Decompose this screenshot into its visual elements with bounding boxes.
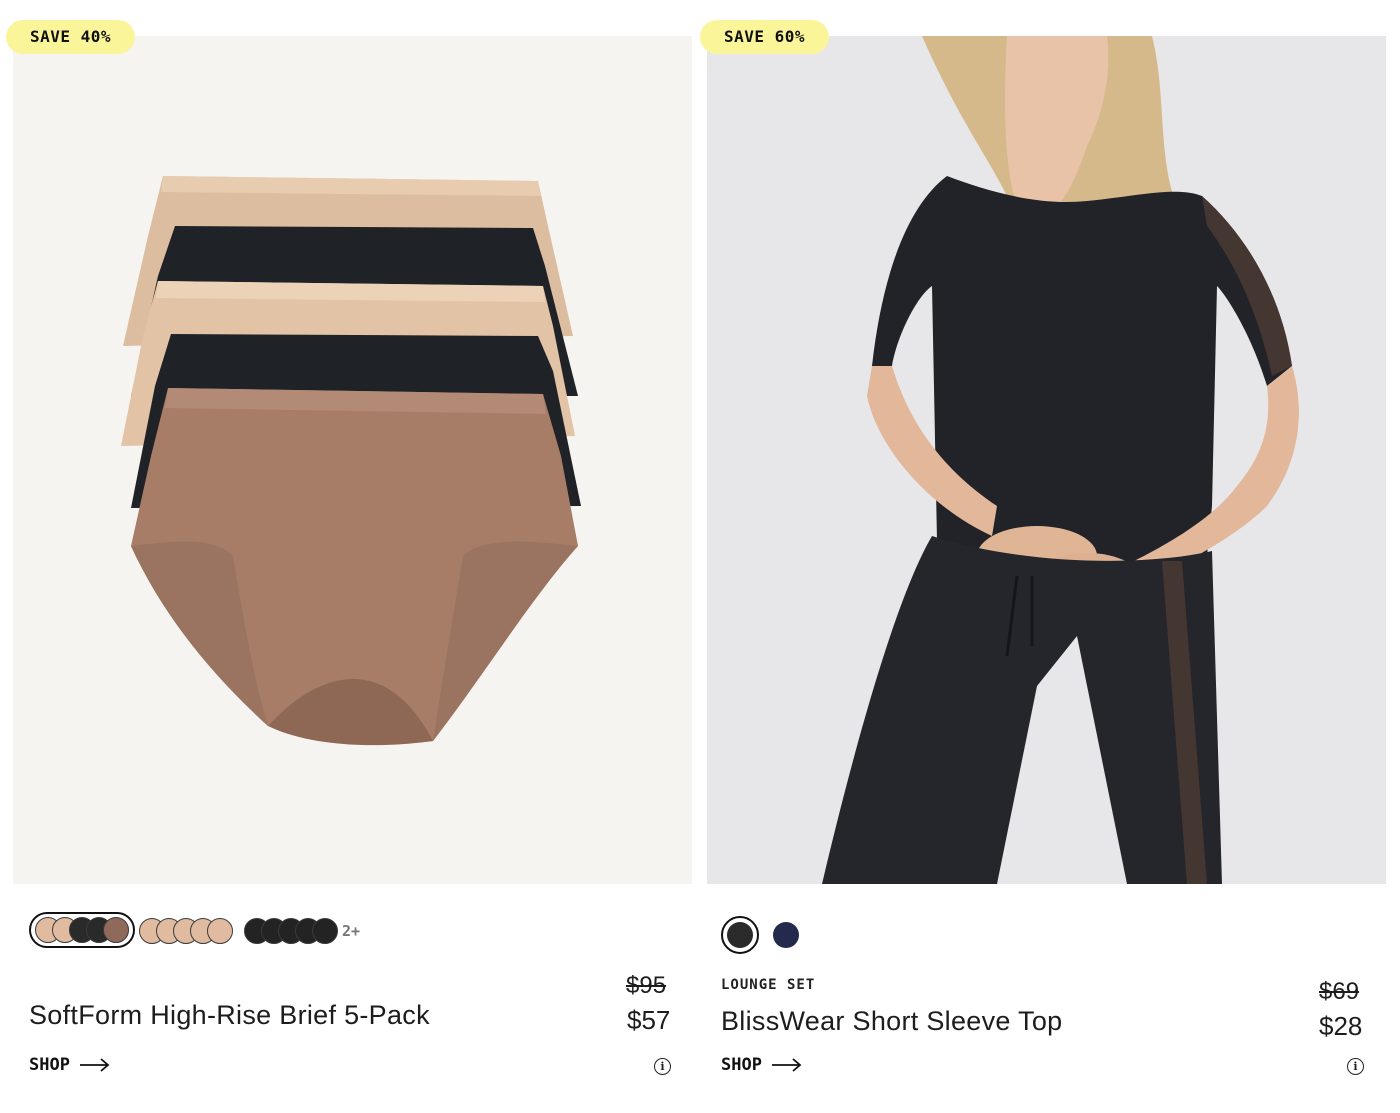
more-colors-count[interactable]: 2+ xyxy=(342,922,360,940)
swatch-group-mixed[interactable] xyxy=(29,912,135,948)
original-price: $95 xyxy=(626,972,667,999)
product-name[interactable]: BlissWear Short Sleeve Top xyxy=(721,1006,1062,1037)
info-icon[interactable]: i xyxy=(1347,1058,1364,1075)
swatch-dot xyxy=(312,918,338,944)
sale-price: $57 xyxy=(627,1005,671,1035)
original-price: $69 xyxy=(1319,978,1360,1005)
shop-link[interactable]: SHOP xyxy=(721,1055,802,1075)
swatch-black[interactable] xyxy=(721,916,759,954)
swatch-group-black[interactable] xyxy=(244,918,338,944)
shop-link[interactable]: SHOP xyxy=(29,1055,110,1075)
arrow-right-icon xyxy=(771,1058,802,1072)
swatch-dot xyxy=(207,918,233,944)
product-image[interactable] xyxy=(13,36,692,884)
product-name[interactable]: SoftForm High-Rise Brief 5-Pack xyxy=(29,1000,430,1031)
model-lounge-top-image xyxy=(707,36,1386,884)
sale-price: $28 xyxy=(1319,1011,1363,1041)
product-image[interactable] xyxy=(707,36,1386,884)
underwear-stack-image xyxy=(13,36,692,884)
discount-badge: SAVE 40% xyxy=(6,20,136,54)
info-icon[interactable]: i xyxy=(654,1058,671,1075)
shop-label: SHOP xyxy=(721,1055,762,1075)
swatch-dot xyxy=(103,917,129,943)
swatch-group-beige[interactable] xyxy=(139,918,233,944)
product-category: LOUNGE SET xyxy=(721,977,816,993)
discount-badge: SAVE 60% xyxy=(700,20,830,54)
shop-label: SHOP xyxy=(29,1055,70,1075)
arrow-right-icon xyxy=(79,1058,110,1072)
swatch-navy[interactable] xyxy=(773,922,799,948)
